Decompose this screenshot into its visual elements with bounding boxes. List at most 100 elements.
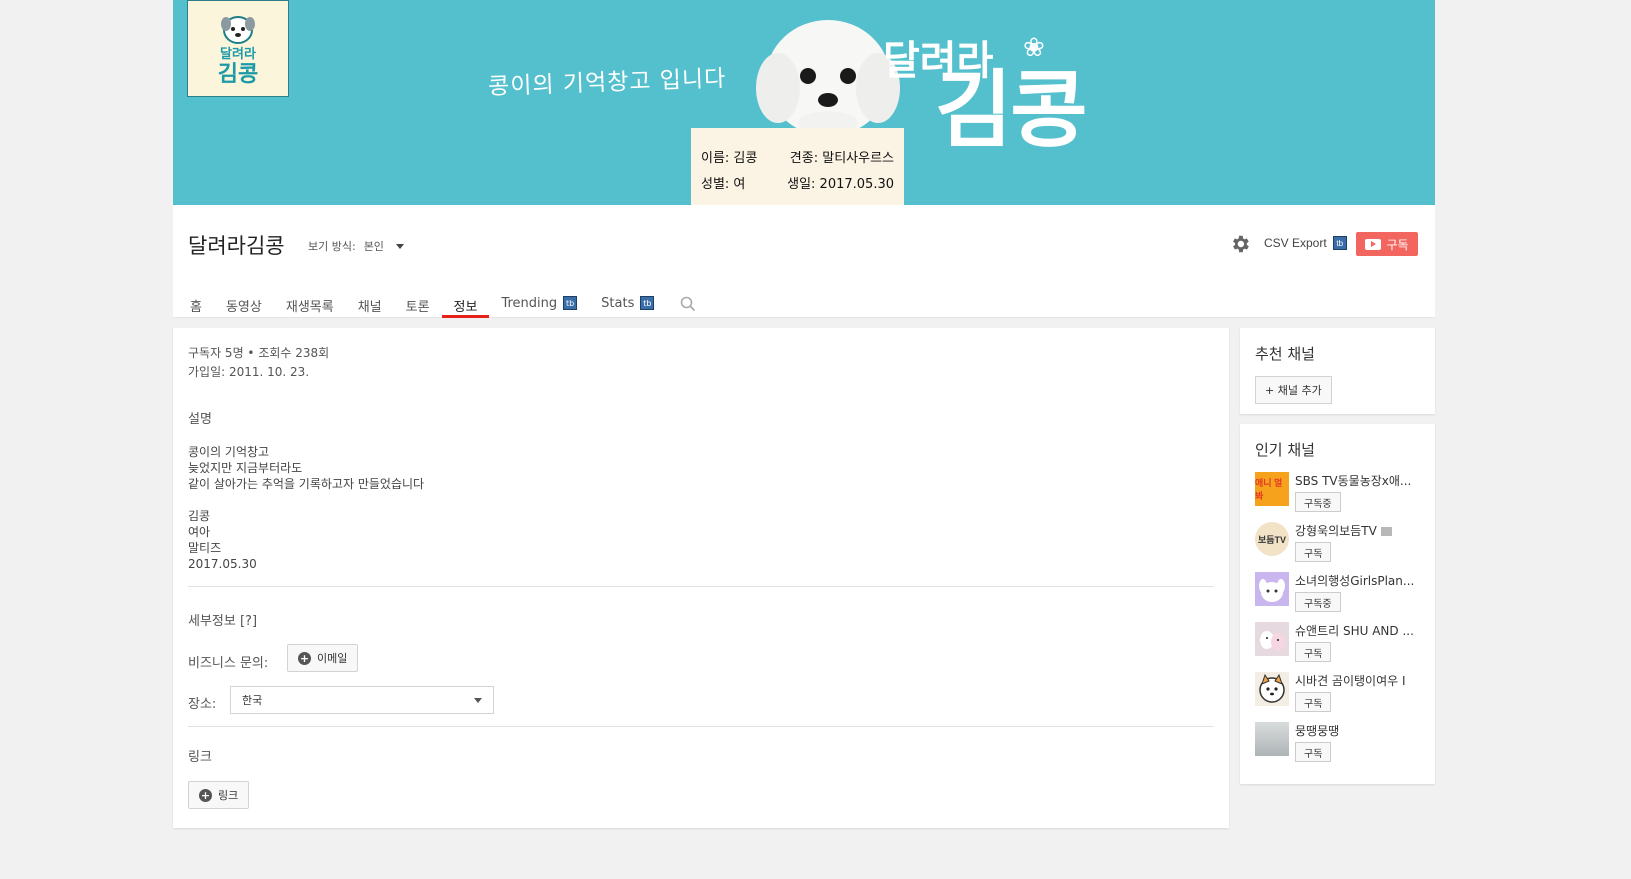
list-item: 애니 멀봐 SBS TV동물농장x애... 구독중 xyxy=(1255,472,1435,522)
sign-birthday: 생일: 2017.05.30 xyxy=(787,177,894,192)
tab-videos[interactable]: 동영상 xyxy=(214,280,274,318)
subscribe-button[interactable]: 구독 xyxy=(1295,542,1332,562)
tab-home[interactable]: 홈 xyxy=(188,280,214,318)
subscribed-button[interactable]: 구독중 xyxy=(1295,492,1341,512)
list-item: 슈앤트리 SHU AND ... 구독 xyxy=(1255,622,1435,672)
sign-breed: 견종: 말티사우르스 xyxy=(789,151,894,166)
description-line: 같이 살아가는 추억을 기록하고자 만들었습니다 xyxy=(188,477,425,491)
tab-label: 정보 xyxy=(453,300,478,315)
location-label: 장소: xyxy=(188,697,217,712)
list-item: 소녀의행성GirlsPlan... 구독중 xyxy=(1255,572,1435,622)
tab-playlists[interactable]: 재생목록 xyxy=(274,280,346,318)
channel-avatar[interactable]: 애니 멀봐 xyxy=(1255,472,1289,506)
divider xyxy=(188,586,1214,587)
channel-avatar[interactable]: 달려라 김콩 xyxy=(187,0,289,97)
add-link-button[interactable]: + 링크 xyxy=(188,781,250,809)
view-as-selector[interactable]: 보기 방식: 본인 xyxy=(308,238,404,254)
tab-label: 재생목록 xyxy=(285,300,334,315)
info-line: 김콩 xyxy=(188,509,211,523)
sign-name: 이름: 김콩 xyxy=(701,151,758,166)
channel-avatar[interactable] xyxy=(1255,572,1289,606)
list-item: 뭉땡뭉땡 구독 xyxy=(1255,722,1435,772)
tab-label: 홈 xyxy=(190,300,202,315)
add-channel-button[interactable]: + 채널 추가 xyxy=(1255,376,1332,404)
banner-title-big: 김콩 xyxy=(935,61,1088,159)
channel-stats: 구독자 5명 • 조회수 238회 가입일: 2011. 10. 23. xyxy=(188,344,329,382)
add-email-button[interactable]: + 이메일 xyxy=(287,644,359,672)
gear-icon[interactable] xyxy=(1229,233,1251,255)
details-label[interactable]: 세부정보 [?] xyxy=(188,610,257,629)
chevron-down-icon xyxy=(474,697,482,703)
verified-icon xyxy=(1380,527,1392,536)
link-button-label: 링크 xyxy=(218,789,239,802)
dog-avatar-icon xyxy=(1259,579,1285,602)
channel-name[interactable]: 시바견 곰이탱이여우 I xyxy=(1295,672,1406,689)
channel-avatar[interactable] xyxy=(1255,672,1289,706)
channel-banner: 달려라 김콩 콩이의 기억창고 입니다 이름: 김콩 견종: 말티사우르스 성별… xyxy=(173,0,1435,205)
channel-name[interactable]: 슈앤트리 SHU AND ... xyxy=(1295,622,1414,639)
channel-name: 달려라김콩 xyxy=(188,234,285,258)
recommended-channels-card: 추천 채널 + 채널 추가 xyxy=(1240,328,1435,414)
csv-export-label: CSV Export xyxy=(1264,236,1327,250)
dog-logo-icon xyxy=(221,15,255,44)
tab-discussion[interactable]: 토론 xyxy=(394,280,442,318)
subscribe-label: 구독 xyxy=(1386,237,1409,252)
channel-name[interactable]: 강형욱의보듬TV xyxy=(1295,522,1392,539)
channel-name-text: 강형욱의보듬TV xyxy=(1295,524,1377,538)
channel-avatar[interactable]: 보듬TV xyxy=(1255,522,1289,556)
info-line: 여아 xyxy=(188,525,211,539)
view-as-value: 본인 xyxy=(363,240,384,253)
description-label: 설명 xyxy=(188,412,212,427)
search-icon[interactable] xyxy=(680,296,696,312)
list-item: 시바견 곰이탱이여우 I 구독 xyxy=(1255,672,1435,722)
popular-title: 인기 채널 xyxy=(1255,441,1315,459)
channel-avatar[interactable] xyxy=(1255,622,1289,656)
location-value: 한국 xyxy=(242,694,263,707)
csv-export-button[interactable]: CSV Export tb xyxy=(1264,236,1347,250)
tab-trending[interactable]: Trending tb xyxy=(489,280,589,318)
recommended-title: 추천 채널 xyxy=(1255,345,1315,363)
tubebuddy-badge-icon: tb xyxy=(1332,236,1347,250)
tab-label: 채널 xyxy=(357,300,382,315)
sign-gender: 성별: 여 xyxy=(701,177,746,192)
channel-name[interactable]: SBS TV동물농장x애... xyxy=(1295,472,1411,489)
plus-icon: + xyxy=(298,651,311,665)
subscribed-button[interactable]: 구독중 xyxy=(1295,592,1341,612)
joined-date: 가입일: 2011. 10. 23. xyxy=(188,365,310,379)
plus-icon: + xyxy=(199,788,212,802)
logo-big-text: 김콩 xyxy=(217,61,259,87)
chevron-down-icon xyxy=(395,243,404,249)
tab-about[interactable]: 정보 xyxy=(441,280,490,318)
channel-name[interactable]: 뭉땡뭉땡 xyxy=(1295,722,1339,739)
subscribe-button[interactable]: 구독 xyxy=(1295,742,1332,762)
subscribe-button[interactable]: 구독 xyxy=(1295,692,1332,712)
tab-stats[interactable]: Stats tb xyxy=(589,280,666,318)
popular-channels-card: 인기 채널 애니 멀봐 SBS TV동물농장x애... 구독중 보듬TV 강형욱… xyxy=(1240,424,1435,784)
dog-name-sign: 이름: 김콩 견종: 말티사우르스 성별: 여 생일: 2017.05.30 xyxy=(691,128,904,205)
tubebuddy-badge-icon: tb xyxy=(640,296,655,310)
divider xyxy=(188,726,1214,727)
dog-photo-icon xyxy=(1260,631,1285,651)
channel-tabs: 홈 동영상 재생목록 채널 토론 정보 Trending tb Stats tb xyxy=(188,280,696,318)
info-line: 말티즈 xyxy=(188,541,222,555)
links-label: 링크 xyxy=(188,750,212,765)
channel-header: 달려라김콩 보기 방식: 본인 CSV Export tb 구독 홈 동영상 재… xyxy=(173,205,1435,318)
business-inquiry-label: 비즈니스 문의: xyxy=(188,656,269,671)
channel-description: 콩이의 기억창고 늦었지만 지금부터라도 같이 살아가는 추억을 기록하고자 만… xyxy=(188,444,424,572)
popular-channel-list: 애니 멀봐 SBS TV동물농장x애... 구독중 보듬TV 강형욱의보듬TV … xyxy=(1240,460,1435,772)
subscribe-button[interactable]: 구독 xyxy=(1295,642,1332,662)
tubebuddy-badge-icon: tb xyxy=(563,296,578,310)
tab-label: Trending xyxy=(501,296,558,311)
list-item: 보듬TV 강형욱의보듬TV 구독 xyxy=(1255,522,1435,572)
tab-channels[interactable]: 채널 xyxy=(346,280,394,318)
description-line: 콩이의 기억창고 xyxy=(188,445,270,459)
channel-name[interactable]: 소녀의행성GirlsPlan... xyxy=(1295,572,1414,589)
subscribe-button[interactable]: 구독 xyxy=(1356,232,1418,256)
channel-avatar[interactable] xyxy=(1255,722,1289,756)
email-button-label: 이메일 xyxy=(317,652,348,665)
about-panel: 구독자 5명 • 조회수 238회 가입일: 2011. 10. 23. 설명 … xyxy=(173,328,1229,828)
info-line: 2017.05.30 xyxy=(188,557,257,571)
paw-icon: ❀ xyxy=(1023,32,1045,62)
view-as-label: 보기 방식: xyxy=(308,240,356,253)
location-select[interactable]: 한국 xyxy=(230,686,494,714)
